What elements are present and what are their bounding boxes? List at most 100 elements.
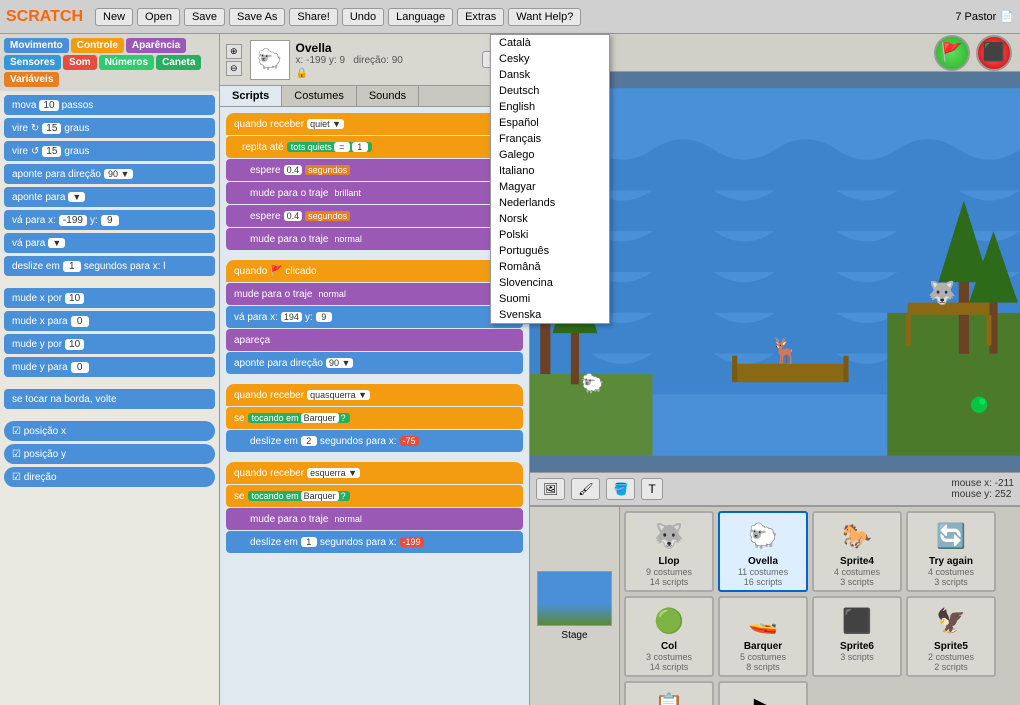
sprite-item-start[interactable]: ▶Start4 costumes 4 scripts [718,681,808,705]
lang-english[interactable]: English [491,99,609,115]
new-button[interactable]: New [95,8,133,26]
user-icon: 📄 [1000,10,1014,23]
lang-romana[interactable]: Română [491,259,609,275]
lang-slovencina[interactable]: Slovencina [491,275,609,291]
lang-francais[interactable]: Français [491,131,609,147]
script-when-receive-quasquerra[interactable]: quando receber quasquerra ▼ [226,384,523,406]
tab-costumes[interactable]: Costumes [282,86,357,106]
block-va-para-xy[interactable]: vá para x: -199 y: 9 [4,210,215,230]
script-va-para-x194[interactable]: vá para x: 194 y: 9 [226,306,523,328]
sprite-item-sprite5[interactable]: 🦅Sprite52 costumes 2 scripts [906,596,996,677]
cat-numeros[interactable]: Números [99,55,154,70]
block-vire-ccw[interactable]: vire ↺ 15 graus [4,141,215,161]
script-repeat-until[interactable]: repita até tots quiets = 1 [226,136,523,158]
save-as-button[interactable]: Save As [229,8,285,26]
shrink-view-btn[interactable]: ⊖ [226,61,242,76]
lang-dansk[interactable]: Dansk [491,67,609,83]
lang-espanol[interactable]: Español [491,115,609,131]
tab-sounds[interactable]: Sounds [357,86,419,106]
block-aponte-para[interactable]: aponte para ▼ [4,187,215,207]
cat-aparencia[interactable]: Aparência [126,38,186,53]
lang-suomi[interactable]: Suomi [491,291,609,307]
sprite-item-name: Col [661,641,677,652]
script-espere-2[interactable]: espere 0.4 segundos [226,205,523,227]
sprite-item-sprite6[interactable]: ⬛Sprite63 scripts [812,596,902,677]
cat-variaveis[interactable]: Variáveis [4,72,59,87]
sprite-item-info: 4 costumes 3 scripts [928,567,974,587]
green-flag-button[interactable]: 🚩 [934,35,970,71]
lang-portugues[interactable]: Português [491,243,609,259]
block-posicao-x[interactable]: ☑ posição x [4,421,215,441]
block-mude-y-por[interactable]: mude y por 10 [4,334,215,354]
cat-sensores[interactable]: Sensores [4,55,61,70]
stop-button[interactable]: ⬛ [976,35,1012,71]
lang-catala[interactable]: Català [491,35,609,51]
script-deslize-x199[interactable]: deslize em 1 segundos para x: -199 [226,531,523,553]
stage-tool-text[interactable]: T [641,478,662,500]
scripts-area[interactable]: quando receber quiet ▼ repita até tots q… [220,107,529,705]
stage-label: Stage [561,630,587,641]
language-button[interactable]: Language [388,8,453,26]
save-button[interactable]: Save [184,8,225,26]
script-mude-traje-brillant[interactable]: mude para o traje brillant [226,182,523,204]
undo-button[interactable]: Undo [342,8,384,26]
block-deslize[interactable]: deslize em 1 segundos para x: l [4,256,215,276]
sprite-item-name: Ovella [748,556,778,567]
block-posicao-y[interactable]: ☑ posição y [4,444,215,464]
script-when-flag-clicked[interactable]: quando 🚩 clicado [226,260,523,282]
script-deslize-2sec[interactable]: deslize em 2 segundos para x: -75 [226,430,523,452]
cat-controle[interactable]: Controle [71,38,124,53]
script-mude-traje-normal-3[interactable]: mude para o traje normal [226,508,523,530]
block-vire-cw[interactable]: vire ↻ 15 graus [4,118,215,138]
lang-svenska[interactable]: Svenska [491,307,609,323]
stage-tool-fill[interactable]: 🪣 [606,478,635,500]
block-direcao[interactable]: ☑ direção [4,467,215,487]
script-when-receive-esquerra[interactable]: quando receber esquerra ▼ [226,462,523,484]
stage-thumbnail[interactable]: Stage [530,507,620,705]
cat-caneta[interactable]: Caneta [156,55,201,70]
block-aponte-direcao[interactable]: aponte para direção 90 ▼ [4,164,215,184]
extras-button[interactable]: Extras [457,8,504,26]
script-espere-1[interactable]: espere 0.4 segundos [226,159,523,181]
script-mude-traje-normal-2[interactable]: mude para o traje normal [226,283,523,305]
lang-polski[interactable]: Polski [491,227,609,243]
app-logo: SCRATCH [6,8,83,26]
sprite-item-sprite4[interactable]: 🐎Sprite44 costumes 3 scripts [812,511,902,592]
lang-magyar[interactable]: Magyar [491,179,609,195]
sprite-item-col[interactable]: 🟢Col3 costumes 14 scripts [624,596,714,677]
lang-galego[interactable]: Galego [491,147,609,163]
lang-deutsch[interactable]: Deutsch [491,83,609,99]
block-mude-x-para[interactable]: mude x para 0 [4,311,215,331]
stage-tool-brush[interactable]: 🖌 [571,478,600,500]
share-button[interactable]: Share! [289,8,337,26]
cat-som[interactable]: Som [63,55,97,70]
block-va-para[interactable]: vá para ▼ [4,233,215,253]
script-apareca[interactable]: apareça [226,329,523,351]
block-mude-x-por[interactable]: mude x por 10 [4,288,215,308]
script-when-receive-quiet[interactable]: quando receber quiet ▼ [226,113,523,135]
block-mova[interactable]: mova 10 passos [4,95,215,115]
help-button[interactable]: Want Help? [508,8,581,26]
lang-italiano[interactable]: Italiano [491,163,609,179]
script-aponte-direcao-90[interactable]: aponte para direção 90 ▼ [226,352,523,374]
sprite-item-ovella[interactable]: 🐑Ovella11 costumes 16 scripts [718,511,808,592]
block-mude-y-para[interactable]: mude y para 0 [4,357,215,377]
lang-nederlands[interactable]: Nederlands [491,195,609,211]
sprite-item-barquer[interactable]: 🚤Barquer5 costumes 8 scripts [718,596,808,677]
script-mude-traje-normal[interactable]: mude para o traje normal [226,228,523,250]
block-borda[interactable]: se tocar na borda, volte [4,389,215,409]
sprite-item-idioma[interactable]: 📋Idioma2 costumes 3 scripts [624,681,714,705]
language-dropdown[interactable]: Català Cesky Dansk Deutsch English Españ… [490,34,610,324]
stage-tool-draw[interactable]: 🖼 [536,478,565,500]
expand-view-btn[interactable]: ⊕ [226,44,242,59]
script-se-tocando-barquer-2[interactable]: se tocando em Barquer ? [226,485,523,507]
sprite-item-llop[interactable]: 🐺Llop9 costumes 14 scripts [624,511,714,592]
lang-norsk[interactable]: Norsk [491,211,609,227]
sprite-item-icon: 🐺 [629,516,709,556]
tab-scripts[interactable]: Scripts [220,86,282,106]
open-button[interactable]: Open [137,8,180,26]
cat-movimento[interactable]: Movimento [4,38,69,53]
sprite-item-try-again[interactable]: 🔄Try again4 costumes 3 scripts [906,511,996,592]
lang-cesky[interactable]: Cesky [491,51,609,67]
script-se-tocando-barquer[interactable]: se tocando em Barquer ? [226,407,523,429]
